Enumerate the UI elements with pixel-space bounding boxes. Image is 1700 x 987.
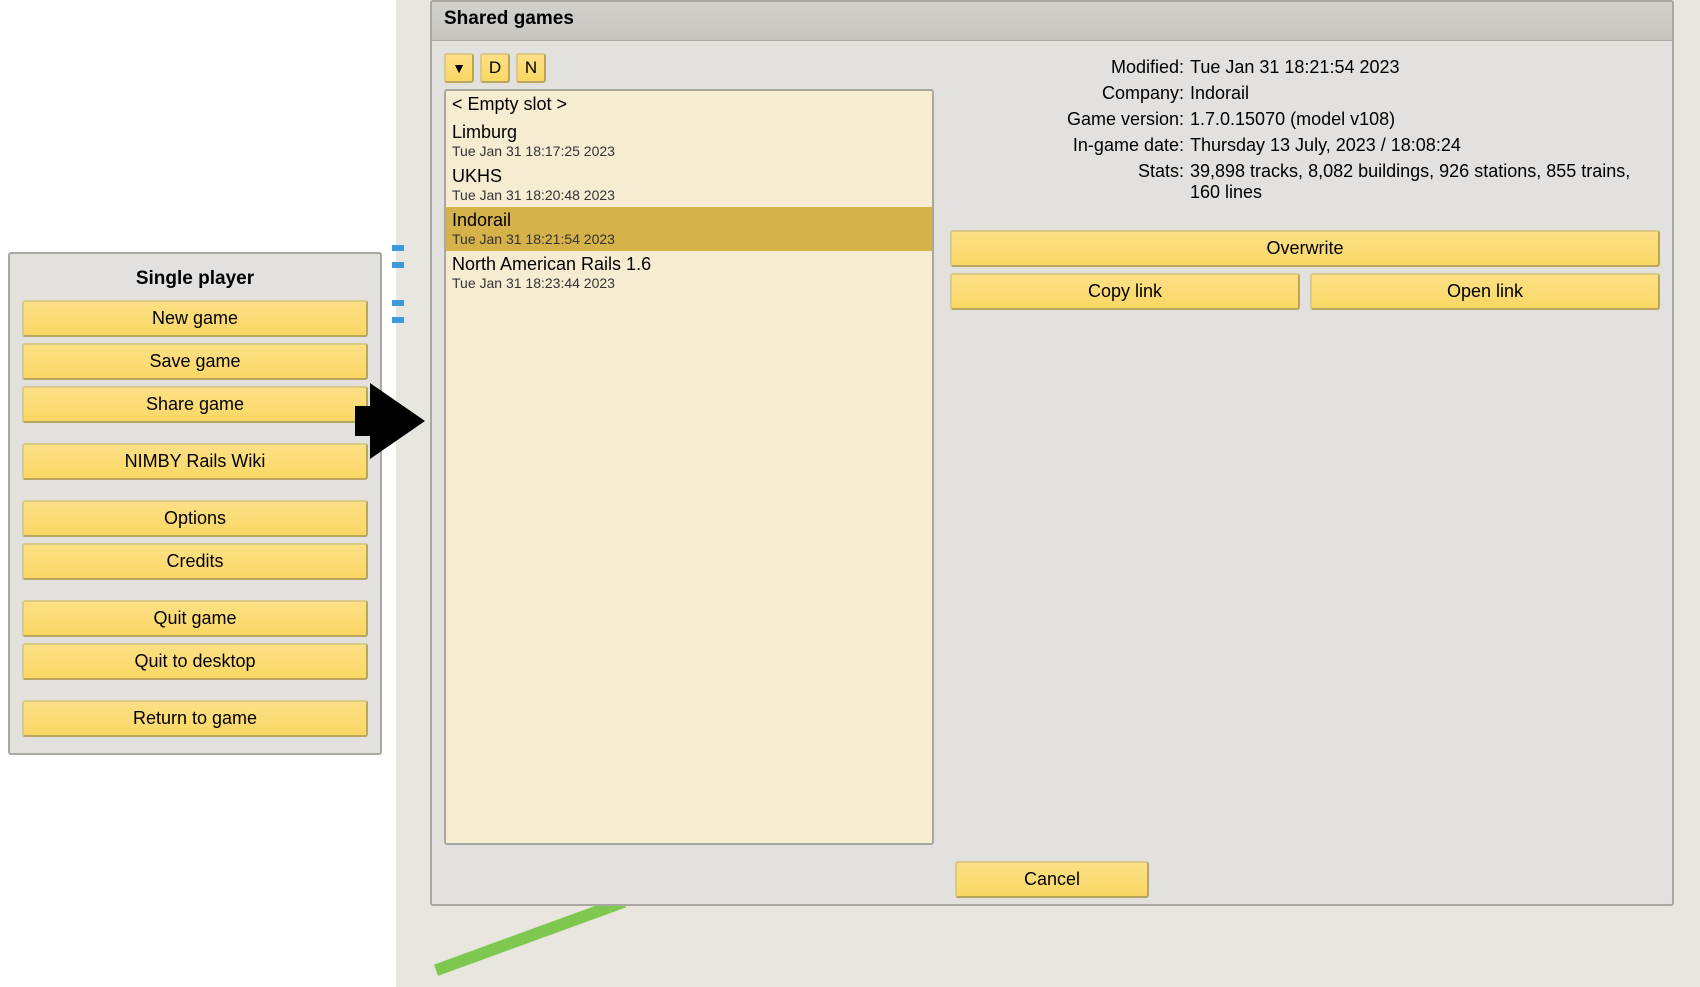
list-item[interactable]: UKHS Tue Jan 31 18:20:48 2023 [446,163,932,207]
options-button[interactable]: Options [22,500,368,537]
share-game-button[interactable]: Share game [22,386,368,423]
list-item[interactable]: < Empty slot > [446,91,932,119]
single-player-title: Single player [22,262,368,300]
cancel-button[interactable]: Cancel [955,861,1149,898]
copy-link-button[interactable]: Copy link [950,273,1300,310]
save-slot-name: North American Rails 1.6 [452,254,926,275]
modified-value: Tue Jan 31 18:21:54 2023 [1190,57,1660,78]
stats-value: 39,898 tracks, 8,082 buildings, 926 stat… [1190,161,1660,203]
wiki-button[interactable]: NIMBY Rails Wiki [22,443,368,480]
ingame-date-value: Thursday 13 July, 2023 / 18:08:24 [1190,135,1660,156]
shared-games-title: Shared games [432,2,1672,41]
save-slot-date: Tue Jan 31 18:23:44 2023 [452,275,926,291]
new-game-button[interactable]: New game [22,300,368,337]
save-slot-date: Tue Jan 31 18:20:48 2023 [452,187,926,203]
game-version-value: 1.7.0.15070 (model v108) [1190,109,1660,130]
overwrite-button[interactable]: Overwrite [950,230,1660,267]
modified-label: Modified: [950,57,1190,78]
arrow-icon [370,383,425,459]
sort-dropdown-button[interactable]: ▼ [444,53,474,83]
open-link-button[interactable]: Open link [1310,273,1660,310]
quit-game-button[interactable]: Quit game [22,600,368,637]
list-item[interactable]: Indorail Tue Jan 31 18:21:54 2023 [446,207,932,251]
sort-by-date-button[interactable]: D [480,53,510,83]
chevron-down-icon: ▼ [452,60,466,76]
save-game-button[interactable]: Save game [22,343,368,380]
save-slot-name: UKHS [452,166,926,187]
save-slot-name: Indorail [452,210,926,231]
save-slot-name: Limburg [452,122,926,143]
stats-label: Stats: [950,161,1190,203]
sort-by-name-button[interactable]: N [516,53,546,83]
credits-button[interactable]: Credits [22,543,368,580]
save-details: Modified: Tue Jan 31 18:21:54 2023 Compa… [950,53,1660,208]
company-value: Indorail [1190,83,1660,104]
quit-desktop-button[interactable]: Quit to desktop [22,643,368,680]
single-player-panel: Single player New game Save game Share g… [8,252,382,755]
shared-games-panel: Shared games ▼ D N < Empty slot > Limbur… [430,0,1674,906]
ingame-date-label: In-game date: [950,135,1190,156]
list-item[interactable]: North American Rails 1.6 Tue Jan 31 18:2… [446,251,932,295]
game-version-label: Game version: [950,109,1190,130]
company-label: Company: [950,83,1190,104]
list-item[interactable]: Limburg Tue Jan 31 18:17:25 2023 [446,119,932,163]
save-slot-date: Tue Jan 31 18:21:54 2023 [452,231,926,247]
save-slot-name: < Empty slot > [452,94,926,115]
return-button[interactable]: Return to game [22,700,368,737]
save-slot-date: Tue Jan 31 18:17:25 2023 [452,143,926,159]
sort-toolbar: ▼ D N [444,53,934,83]
saved-games-list[interactable]: < Empty slot > Limburg Tue Jan 31 18:17:… [444,89,934,845]
